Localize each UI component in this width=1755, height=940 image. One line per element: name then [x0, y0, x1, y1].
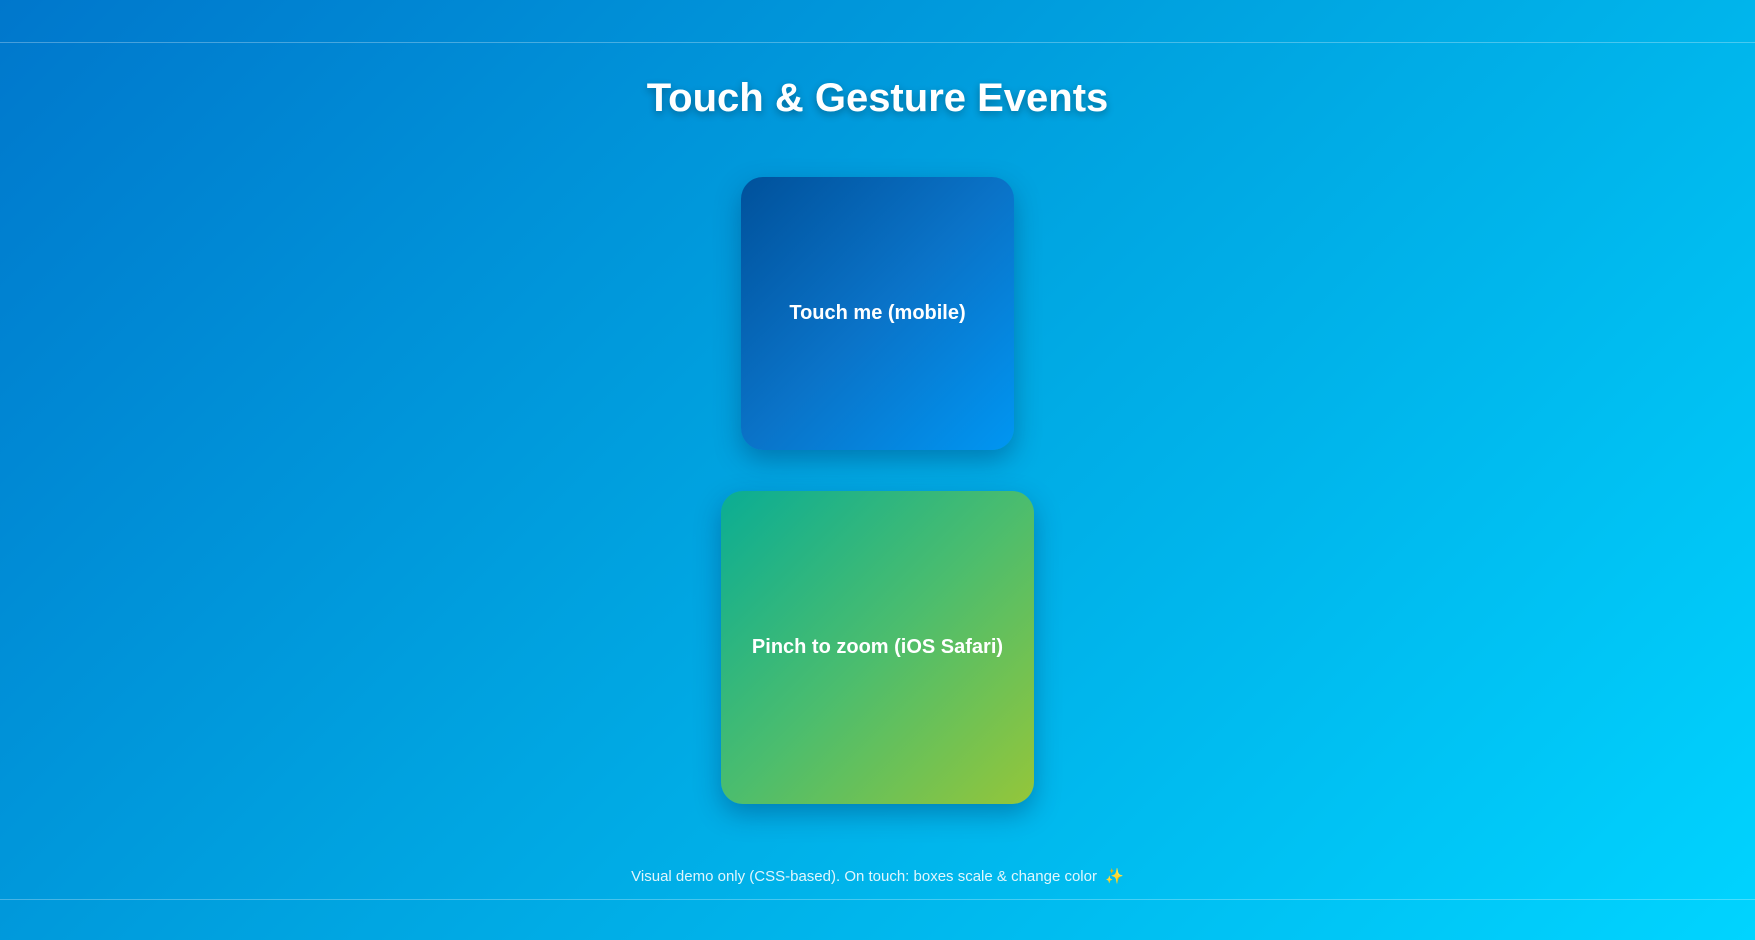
- sparkles-icon: ✨: [1105, 868, 1124, 885]
- footer-text: Visual demo only (CSS-based). On touch: …: [631, 868, 1097, 885]
- footer-note: Visual demo only (CSS-based). On touch: …: [0, 867, 1755, 885]
- touch-box-label: Touch me (mobile): [789, 302, 966, 324]
- page-title: Touch & Gesture Events: [646, 76, 1109, 120]
- pinch-box-label: Pinch to zoom (iOS Safari): [751, 636, 1004, 658]
- pinch-zoom-box[interactable]: Pinch to zoom (iOS Safari): [721, 491, 1034, 804]
- top-divider: [0, 42, 1755, 43]
- bottom-divider: [0, 899, 1755, 900]
- touch-box[interactable]: Touch me (mobile): [741, 177, 1014, 450]
